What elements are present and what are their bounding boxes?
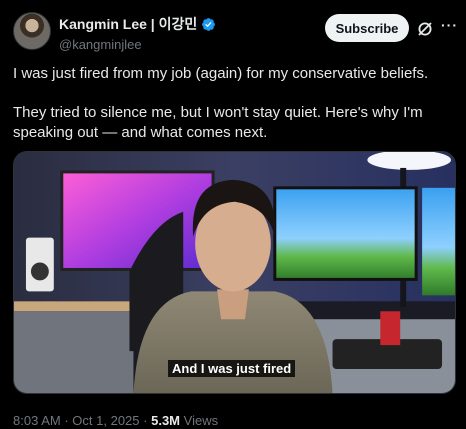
tweet-paragraph: I was just fired from my job (again) for…	[13, 65, 429, 82]
video-media[interactable]: And I was just fired	[13, 151, 456, 394]
video-caption: And I was just fired	[168, 360, 296, 377]
video-frame	[14, 152, 455, 393]
avatar[interactable]	[13, 12, 51, 50]
tweet-text: I was just fired from my job (again) for…	[13, 64, 453, 162]
author-handle[interactable]: @kangminjlee	[59, 37, 216, 52]
subscribe-button[interactable]: Subscribe	[325, 14, 409, 42]
display-name-text: Kangmin Lee | 이강민	[59, 16, 198, 32]
views-label: Views	[183, 413, 219, 428]
verified-badge-icon	[202, 17, 216, 31]
tweet-meta: 8:03 AM · Oct 1, 2025 · 5.3M Views	[13, 413, 218, 428]
tweet-paragraph: They tried to silence me, but I won't st…	[13, 104, 423, 141]
meta-separator: ·	[143, 413, 148, 428]
tweet-date[interactable]: Oct 1, 2025	[72, 413, 139, 428]
tweet-header: Kangmin Lee | 이강민 @kangminjlee Subscribe…	[13, 12, 457, 52]
tweet-time[interactable]: 8:03 AM	[13, 413, 61, 428]
grok-icon[interactable]	[417, 21, 433, 37]
meta-separator: ·	[64, 413, 69, 428]
author-names: Kangmin Lee | 이강민 @kangminjlee	[59, 14, 216, 52]
author-display-name[interactable]: Kangmin Lee | 이강민	[59, 14, 216, 34]
more-icon[interactable]: ···	[441, 17, 459, 37]
views-count: 5.3M	[151, 413, 181, 428]
